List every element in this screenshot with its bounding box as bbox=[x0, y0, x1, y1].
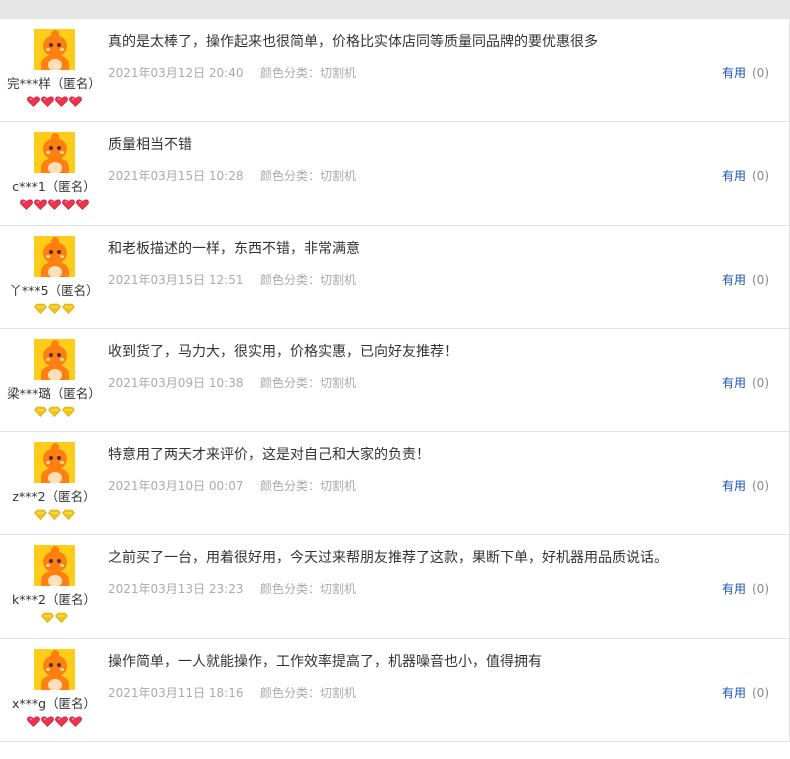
top-bar bbox=[0, 0, 790, 19]
avatar[interactable] bbox=[34, 338, 75, 380]
useful-vote: 有用 (0) bbox=[722, 374, 769, 391]
review-content: 真的是太棒了，操作起来也很简单，价格比实体店同等质量同品牌的要优惠很多 bbox=[108, 34, 598, 50]
useful-vote: 有用 (0) bbox=[722, 684, 769, 701]
useful-vote: 有用 (0) bbox=[722, 477, 769, 494]
review-content: 特意用了两天才来评价，这是对自己和大家的负责！ bbox=[108, 447, 430, 464]
diamond-badge-icon bbox=[61, 509, 75, 521]
heart-badge-icon bbox=[33, 199, 47, 211]
diamond-badge-icon bbox=[47, 303, 61, 314]
avatar[interactable] bbox=[34, 648, 75, 690]
buyer-level-badges bbox=[0, 406, 108, 417]
review-date: 2021年03月12日 20:40 bbox=[108, 66, 244, 80]
avatar[interactable] bbox=[34, 545, 75, 587]
review-content: 质量相当不错 bbox=[108, 137, 192, 154]
useful-button[interactable]: 有用 bbox=[722, 169, 746, 183]
useful-button[interactable]: 有用 bbox=[722, 273, 746, 287]
useful-count: (0) bbox=[752, 169, 769, 184]
useful-count: (0) bbox=[752, 582, 769, 597]
reviewer-name: 完***样（匿名） bbox=[7, 76, 101, 91]
review-sku: 颜色分类：切割机 bbox=[260, 169, 357, 184]
buyer-level-badges bbox=[0, 96, 108, 107]
avatar[interactable] bbox=[34, 442, 75, 484]
diamond-badge-icon bbox=[33, 509, 47, 521]
diamond-badge-icon bbox=[40, 613, 54, 624]
review-date: 2021年03月13日 23:23 bbox=[108, 582, 244, 597]
review-date: 2021年03月15日 12:51 bbox=[108, 272, 244, 287]
review-sku: 颜色分类：切割机 bbox=[260, 685, 357, 700]
review-list: 完***样（匿名） 真的是太棒了，操作起来也很简单，价格比实体店同等质量同品牌的… bbox=[0, 19, 790, 743]
review-date: 2021年03月11日 18:16 bbox=[108, 685, 244, 700]
diamond-badge-icon bbox=[33, 406, 47, 417]
avatar[interactable] bbox=[34, 132, 75, 174]
heart-badge-icon bbox=[26, 716, 40, 727]
useful-button[interactable]: 有用 bbox=[722, 66, 746, 80]
reviewer-name: x***g（匿名） bbox=[11, 695, 97, 711]
diamond-badge-icon bbox=[47, 406, 61, 417]
review-sku: 颜色分类：切割机 bbox=[260, 479, 357, 494]
heart-badge-icon bbox=[26, 96, 40, 107]
heart-badge-icon bbox=[47, 199, 61, 211]
review-item: x***g（匿名） 操作简单，一人就能操作，工作效率提高了，机器噪音也小，值得拥… bbox=[0, 638, 790, 743]
diamond-badge-icon bbox=[47, 509, 61, 521]
useful-button[interactable]: 有用 bbox=[722, 582, 746, 596]
avatar[interactable] bbox=[34, 235, 75, 277]
diamond-badge-icon bbox=[54, 613, 68, 624]
diamond-badge-icon bbox=[61, 303, 75, 314]
review-content: 收到货了，马力大，很实用，价格实惠，已向好友推荐！ bbox=[108, 343, 458, 360]
heart-badge-icon bbox=[40, 96, 54, 107]
useful-button[interactable]: 有用 bbox=[722, 376, 746, 390]
useful-count: (0) bbox=[752, 479, 769, 494]
useful-vote: 有用 (0) bbox=[722, 64, 769, 81]
reviewer-name: k***2（匿名） bbox=[12, 592, 96, 608]
useful-button[interactable]: 有用 bbox=[722, 479, 746, 493]
review-item: k***2（匿名） 之前买了一台，用着很好用，今天过来帮朋友推荐了这款，果断下单… bbox=[0, 535, 790, 639]
reviewer-name: 丫***5（匿名） bbox=[9, 282, 99, 298]
heart-badge-icon bbox=[68, 716, 82, 727]
heart-badge-icon bbox=[75, 199, 89, 211]
useful-count: (0) bbox=[752, 685, 769, 700]
review-content: 之前买了一台，用着很好用，今天过来帮朋友推荐了这款，果断下单，好机器用品质说话。 bbox=[108, 550, 668, 567]
review-sku: 颜色分类：切割机 bbox=[260, 66, 357, 80]
heart-badge-icon bbox=[40, 716, 54, 727]
useful-vote: 有用 (0) bbox=[722, 271, 769, 288]
heart-badge-icon bbox=[54, 96, 68, 107]
useful-vote: 有用 (0) bbox=[722, 167, 769, 184]
useful-count: (0) bbox=[752, 375, 769, 390]
diamond-badge-icon bbox=[33, 303, 47, 314]
review-item: 完***样（匿名） 真的是太棒了，操作起来也很简单，价格比实体店同等质量同品牌的… bbox=[0, 19, 790, 123]
review-item: 梁***璐（匿名） 收到货了，马力大，很实用，价格实惠，已向好友推荐！ 2021… bbox=[0, 328, 790, 433]
review-date: 2021年03月09日 10:38 bbox=[108, 375, 244, 390]
useful-count: (0) bbox=[752, 272, 769, 287]
review-date: 2021年03月15日 10:28 bbox=[108, 169, 244, 184]
buyer-level-badges bbox=[0, 303, 108, 314]
review-item: c***1（匿名） 质量相当不错 2021年03月15日 10:28 颜色分类：… bbox=[0, 122, 790, 226]
useful-button[interactable]: 有用 bbox=[722, 686, 746, 700]
buyer-level-badges bbox=[0, 199, 108, 211]
buyer-level-badges bbox=[0, 509, 108, 521]
diamond-badge-icon bbox=[61, 406, 75, 417]
useful-vote: 有用 (0) bbox=[722, 580, 769, 597]
heart-badge-icon bbox=[68, 96, 82, 107]
reviewer-name: c***1（匿名） bbox=[12, 179, 96, 195]
buyer-level-badges bbox=[0, 612, 108, 624]
review-sku: 颜色分类：切割机 bbox=[260, 375, 357, 390]
avatar[interactable] bbox=[34, 29, 75, 70]
review-date: 2021年03月10日 00:07 bbox=[108, 479, 244, 494]
review-item: z***2（匿名） 特意用了两天才来评价，这是对自己和大家的负责！ 2021年0… bbox=[0, 432, 790, 536]
heart-badge-icon bbox=[54, 716, 68, 727]
reviewer-name: z***2（匿名） bbox=[12, 489, 96, 505]
heart-badge-icon bbox=[61, 199, 75, 211]
heart-badge-icon bbox=[19, 199, 33, 211]
review-content: 操作简单，一人就能操作，工作效率提高了，机器噪音也小，值得拥有 bbox=[108, 653, 542, 670]
buyer-level-badges bbox=[0, 716, 108, 727]
useful-count: (0) bbox=[752, 66, 769, 80]
review-content: 和老板描述的一样，东西不错，非常满意 bbox=[108, 240, 360, 257]
review-sku: 颜色分类：切割机 bbox=[260, 272, 357, 287]
review-item: 丫***5（匿名） 和老板描述的一样，东西不错，非常满意 2021年03月15日… bbox=[0, 225, 790, 329]
reviewer-name: 梁***璐（匿名） bbox=[7, 385, 101, 401]
review-sku: 颜色分类：切割机 bbox=[260, 582, 357, 597]
